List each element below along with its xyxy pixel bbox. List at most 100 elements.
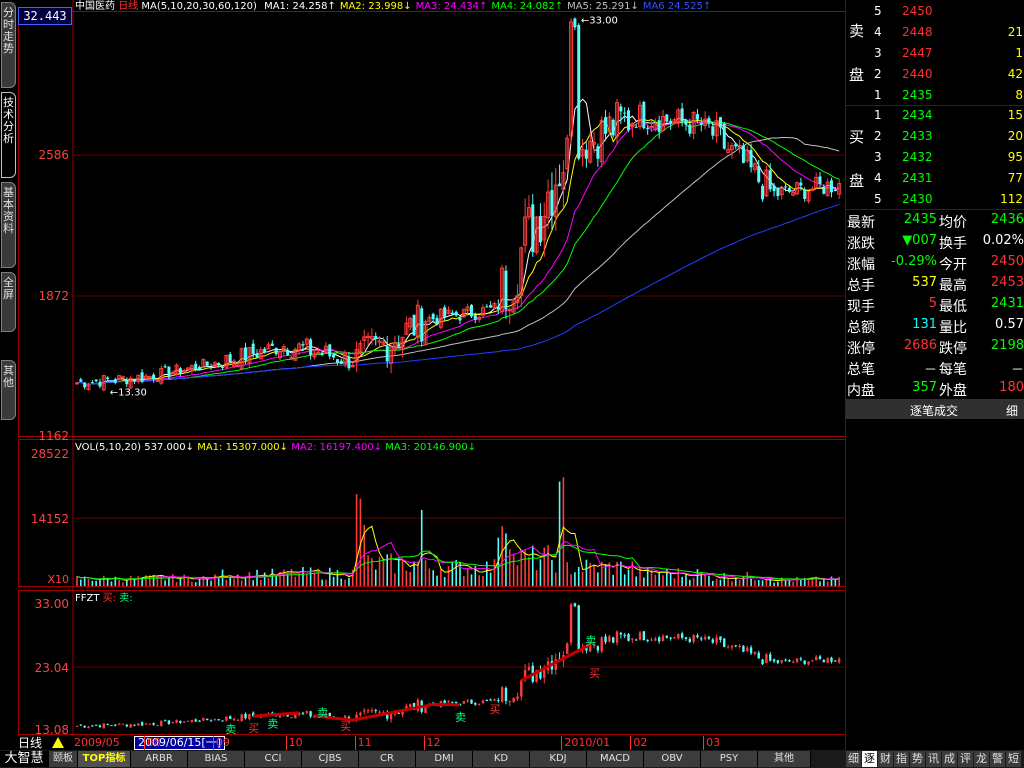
candle-body-23	[163, 366, 167, 368]
indicator-tab-14[interactable]: 其他	[758, 751, 811, 767]
buy-price-1[interactable]: 2434	[902, 108, 933, 122]
ind-candle-body-8	[106, 724, 109, 726]
candle-body-1	[79, 379, 83, 382]
ind-candle-body-56	[290, 717, 293, 719]
indicator-tab-12[interactable]: OBV	[644, 751, 701, 767]
panel-tab-1[interactable]: 逐	[862, 751, 877, 767]
ind-candle-body-175	[746, 647, 749, 652]
ind-candle-body-154	[665, 635, 669, 638]
candle-body-81	[385, 346, 389, 362]
buy-level-5: 5	[874, 192, 882, 206]
kline-chart[interactable]: 2586 1872 1162 28522 14152 X10 33.00 23.04 13.08…	[18, 0, 846, 750]
panel-tab-8[interactable]: 龙	[974, 751, 989, 767]
sell-price-3[interactable]: 2447	[902, 46, 933, 60]
ind-candle-body-32	[198, 720, 201, 722]
sell-price-2[interactable]: 2448	[902, 25, 933, 39]
ind-candle-body-41	[232, 718, 236, 721]
candle-body-51	[270, 343, 274, 346]
candle-body-162	[695, 114, 699, 120]
sell-price-5[interactable]: 2435	[902, 88, 933, 102]
quote-value-1-a: ▼007	[902, 233, 937, 248]
panel-tab-3[interactable]: 指	[894, 751, 909, 767]
indicator-tab-7[interactable]: CR	[359, 751, 416, 767]
panel-tab-6[interactable]: 成	[942, 751, 957, 767]
buy-price-4[interactable]: 2431	[902, 171, 933, 185]
quote-label-5-a: 总额	[847, 320, 875, 336]
panel-tab-9[interactable]: 警	[990, 751, 1005, 767]
panel-tab-5[interactable]: 讯	[926, 751, 941, 767]
candle-body-159	[684, 119, 688, 125]
indicator-tab-13[interactable]: PSY	[701, 751, 758, 767]
candle-body-133	[584, 149, 588, 159]
candle-body-90	[420, 308, 424, 342]
ind-candle-body-170	[726, 647, 730, 649]
buy-price-3[interactable]: 2432	[902, 150, 933, 164]
ind-candle-body-84	[397, 712, 400, 714]
signal-sell-5: 卖	[455, 711, 466, 724]
tab-fullscreen[interactable]: 全屏	[1, 272, 16, 332]
min-price-label: ←13.30	[110, 387, 147, 398]
ind-candle-body-149	[646, 640, 649, 642]
quote-value-7-b: －	[1010, 363, 1024, 378]
quote-label-7-b: 每笔	[939, 362, 967, 378]
quote-value-5-b: 0.57	[995, 317, 1024, 332]
indicator-tab-5[interactable]: CCI	[245, 751, 302, 767]
tab-technical-analysis[interactable]: 技术分析	[1, 92, 16, 178]
indicator-tab-8[interactable]: DMI	[416, 751, 473, 767]
indicator-tab-3[interactable]: ARBR	[131, 751, 188, 767]
ind-candle-body-139	[608, 636, 611, 642]
panel-tab-2[interactable]: 财	[878, 751, 893, 767]
ind-candle-body-186	[788, 660, 791, 662]
ind-candle-body-113	[508, 701, 511, 703]
ind-candle-body-169	[723, 638, 726, 648]
ind-candle-body-10	[114, 724, 117, 726]
ind-candle-body-11	[117, 723, 121, 725]
indicator-tab-9[interactable]: KD	[473, 751, 530, 767]
sell-price-4[interactable]: 2440	[902, 67, 933, 81]
ind-candle-body-61	[309, 711, 312, 717]
buy-price-5[interactable]: 2430	[902, 192, 933, 206]
ind-candle-body-82	[389, 713, 393, 720]
tick-header[interactable]: 逐笔成交 细	[846, 399, 1024, 419]
candle-body-71	[347, 356, 351, 369]
indicator-tab-4[interactable]: BIAS	[188, 751, 245, 767]
indicator-tab-6[interactable]: CJBS	[302, 751, 359, 767]
candle-body-34	[205, 361, 209, 366]
tick-header-detail[interactable]: 细	[1006, 402, 1018, 419]
ma-params: MA(5,10,20,30,60,120)	[141, 1, 257, 12]
signal-buy-4: 买	[340, 720, 351, 733]
vol-ma1: MA1: 15307.000↓	[197, 442, 289, 453]
period-label[interactable]: 日线	[118, 1, 138, 12]
sell-level-2: 4	[874, 25, 882, 39]
panel-tab-7[interactable]: 评	[958, 751, 973, 767]
ind-candle-body-105	[477, 703, 481, 705]
buy-level-4: 4	[874, 171, 882, 185]
indicator-tab-2[interactable]: TOP指标	[78, 751, 131, 767]
indicator-tab-10[interactable]: KDJ	[530, 751, 587, 767]
quote-value-3-a: 537	[912, 275, 937, 290]
ind-candle-body-115	[516, 696, 519, 699]
indicator-tab-1[interactable]: 颐板	[49, 751, 78, 767]
candle-body-44	[244, 347, 248, 361]
ind-candle-body-75	[363, 710, 366, 712]
tab-intraday[interactable]: 分时走势	[1, 2, 16, 88]
ind-candle-body-79	[378, 711, 381, 713]
ind-candle-body-172	[734, 645, 737, 647]
panel-tab-10[interactable]: 短	[1006, 751, 1021, 767]
ind-candle-body-158	[680, 633, 684, 638]
candle-body-12	[120, 376, 125, 379]
candle-body-183	[776, 187, 780, 197]
candle-body-47	[255, 353, 259, 358]
sell-volume-5: 8	[1015, 88, 1023, 102]
sell-price-1[interactable]: 2450	[902, 4, 933, 18]
ind-candle-body-42	[236, 719, 240, 721]
tab-fundamentals[interactable]: 基本资料	[1, 182, 16, 268]
ind-candle-body-153	[661, 636, 665, 641]
panel-tab-4[interactable]: 势	[910, 751, 925, 767]
candle-body-104	[473, 314, 477, 320]
panel-tab-0[interactable]: 细	[846, 751, 861, 767]
buy-price-2[interactable]: 2433	[902, 129, 933, 143]
indicator-tab-11[interactable]: MACD	[587, 751, 644, 767]
signal-sell-0: 卖	[225, 723, 236, 736]
tab-other[interactable]: 其他	[1, 360, 16, 420]
